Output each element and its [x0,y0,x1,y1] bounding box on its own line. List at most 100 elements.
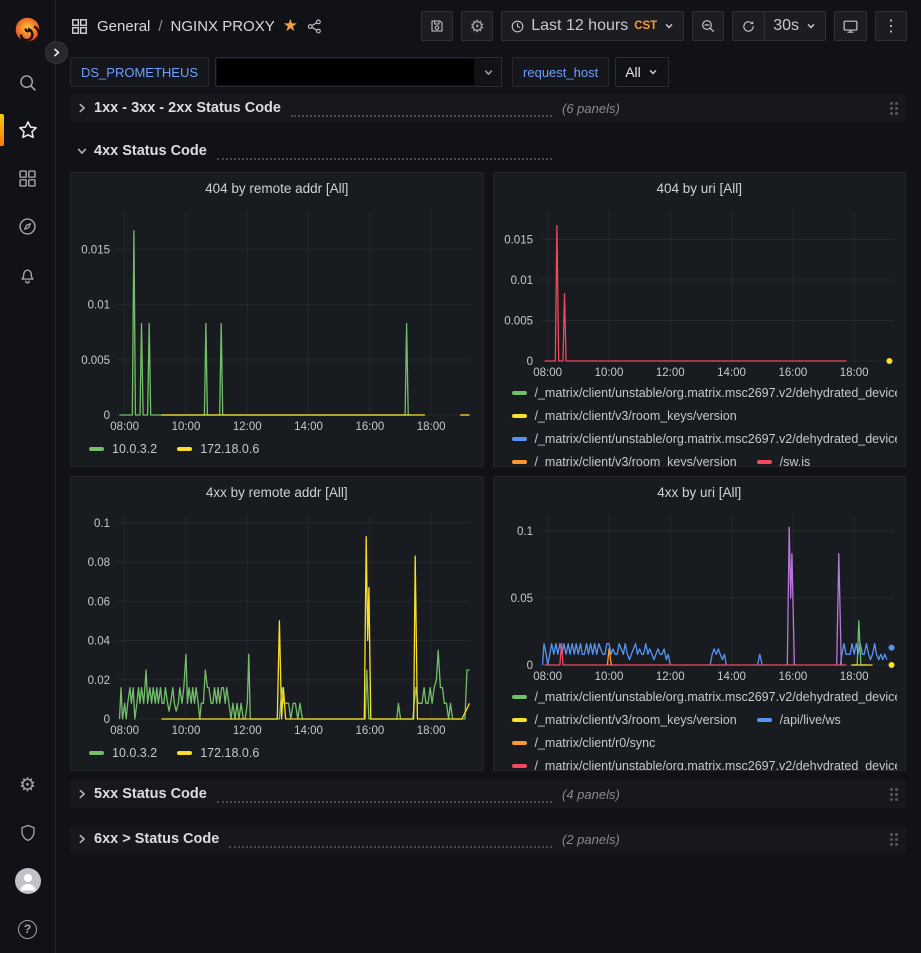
sidebar-item-dashboards[interactable] [0,154,56,202]
svg-text:0.005: 0.005 [504,315,533,327]
time-range-button[interactable]: Last 12 hours CST [502,12,683,40]
breadcrumb-section[interactable]: General [97,18,150,35]
sidebar-item-starred[interactable] [0,106,56,154]
save-dashboard-button[interactable] [421,11,453,41]
svg-text:0.1: 0.1 [517,526,533,538]
chevron-right-icon [74,788,90,800]
refresh-interval-dropdown[interactable]: 30s [764,12,825,40]
toolbar-actions: ⚙ Last 12 hours CST [413,11,907,41]
legend-swatch [757,460,772,464]
row-dotted-leader [291,100,552,117]
legend-item[interactable]: /_matrix/client/v3/room_keys/version [512,455,737,468]
help-icon: ? [18,920,37,939]
sidebar-item-profile[interactable] [0,857,56,905]
refresh-button[interactable] [733,12,764,40]
svg-text:0.1: 0.1 [94,518,110,530]
svg-text:08:00: 08:00 [110,421,139,433]
zoom-out-time-button[interactable] [692,11,724,41]
legend-swatch [89,447,104,451]
row-4xx[interactable]: 4xx Status Code [70,137,906,165]
variable-ds-prometheus: DS_PROMETHEUS [70,57,502,87]
dashboard-settings-button[interactable]: ⚙ [461,11,493,41]
chart-4xx-by-remote-addr[interactable]: 08:0010:0012:0014:0016:0018:0000.020.040… [71,507,483,739]
row-title: 6xx > Status Code [94,831,219,847]
legend-swatch [512,741,527,745]
row-5xx[interactable]: 5xx Status Code (4 panels) [70,780,906,808]
chevron-down-icon [805,20,817,32]
legend-item[interactable]: /_matrix/client/v3/room_keys/version [512,713,737,727]
panel-title[interactable]: 4xx by remote addr [All] [71,477,483,507]
legend-item[interactable]: 172.18.0.6 [177,746,259,760]
svg-text:16:00: 16:00 [355,421,384,433]
legend-item[interactable]: /sw.js [757,455,811,468]
active-indicator [0,114,4,146]
grafana-logo-icon [14,16,41,43]
row-drag-handle[interactable] [890,833,898,846]
legend-swatch [512,391,527,395]
chart-legend: /_matrix/client/unstable/org.matrix.msc2… [494,685,906,771]
chart-404-by-uri[interactable]: 08:0010:0012:0014:0016:0018:0000.0050.01… [494,203,906,381]
svg-text:12:00: 12:00 [233,725,262,737]
legend-label: 172.18.0.6 [200,442,259,456]
legend-swatch [512,764,527,768]
legend-label: /_matrix/client/unstable/org.matrix.msc2… [535,432,898,446]
kiosk-mode-button[interactable] [834,11,867,41]
sidebar-item-configuration[interactable]: ⚙ [0,761,56,809]
svg-text:16:00: 16:00 [778,671,807,683]
svg-text:0.08: 0.08 [88,557,110,569]
redacted-value [217,59,474,85]
row-6xx[interactable]: 6xx > Status Code (2 panels) [70,825,906,853]
share-icon[interactable] [306,18,323,35]
legend-item[interactable]: /_matrix/client/r0/sync [512,736,656,750]
svg-text:16:00: 16:00 [778,367,807,379]
row-drag-handle[interactable] [890,788,898,801]
panel-4xx-by-remote-addr: 4xx by remote addr [All] 08:0010:0012:00… [70,476,484,771]
svg-text:0: 0 [104,714,110,726]
sidebar-item-alerting[interactable] [0,250,56,298]
legend-item[interactable]: 10.0.3.2 [89,442,157,456]
variable-value-ds-dropdown[interactable] [215,57,502,87]
panel-title[interactable]: 404 by remote addr [All] [71,173,483,203]
svg-text:0.02: 0.02 [88,675,110,687]
clock-icon [510,19,525,34]
legend-label: 172.18.0.6 [200,746,259,760]
legend-item[interactable]: /_matrix/client/unstable/org.matrix.msc2… [512,690,898,704]
refresh-interval-label: 30s [773,17,799,35]
legend-item[interactable]: 10.0.3.2 [89,746,157,760]
sidebar-item-server-admin[interactable] [0,809,56,857]
variable-label-request-host[interactable]: request_host [512,57,609,87]
favorite-star-icon[interactable]: ★ [283,16,298,36]
panel-title[interactable]: 4xx by uri [All] [494,477,906,507]
svg-text:12:00: 12:00 [233,421,262,433]
legend-item[interactable]: /_matrix/client/unstable/org.matrix.msc2… [512,759,898,772]
legend-swatch [89,751,104,755]
panel-title[interactable]: 404 by uri [All] [494,173,906,203]
row-panel-count: (2 panels) [562,832,620,847]
row-title: 4xx Status Code [94,143,207,159]
avatar [14,867,42,895]
legend-label: /_matrix/client/unstable/org.matrix.msc2… [535,759,898,772]
svg-text:0.005: 0.005 [81,355,110,367]
row-drag-handle[interactable] [890,102,898,115]
sidebar-item-explore[interactable] [0,202,56,250]
legend-item[interactable]: /_matrix/client/unstable/org.matrix.msc2… [512,386,898,400]
chart-4xx-by-uri[interactable]: 08:0010:0012:0014:0016:0018:0000.050.1 [494,507,906,685]
row-1xx-3xx-2xx[interactable]: 1xx - 3xx - 2xx Status Code (6 panels) [70,94,906,122]
sidebar-item-help[interactable]: ? [0,905,56,953]
more-options-button[interactable]: ⋮ [875,11,907,41]
sidebar-expand-button[interactable] [45,41,68,64]
panel-404-by-remote-addr: 404 by remote addr [All] 08:0010:0012:00… [70,172,484,467]
dashboard-grid-icon [70,17,89,36]
svg-text:0.015: 0.015 [504,234,533,246]
legend-swatch [757,718,772,722]
svg-text:18:00: 18:00 [839,367,868,379]
variable-value-request-host-dropdown[interactable]: All [615,57,669,87]
legend-item[interactable]: /_matrix/client/unstable/org.matrix.msc2… [512,432,898,446]
legend-item[interactable]: /_matrix/client/v3/room_keys/version [512,409,737,423]
chevron-right-icon [74,102,90,114]
legend-item[interactable]: /api/live/ws [757,713,841,727]
chart-404-by-remote-addr[interactable]: 08:0010:0012:0014:0016:0018:0000.0050.01… [71,203,483,435]
sidebar-item-search[interactable] [0,58,56,106]
legend-item[interactable]: 172.18.0.6 [177,442,259,456]
variable-label-ds[interactable]: DS_PROMETHEUS [70,57,209,87]
